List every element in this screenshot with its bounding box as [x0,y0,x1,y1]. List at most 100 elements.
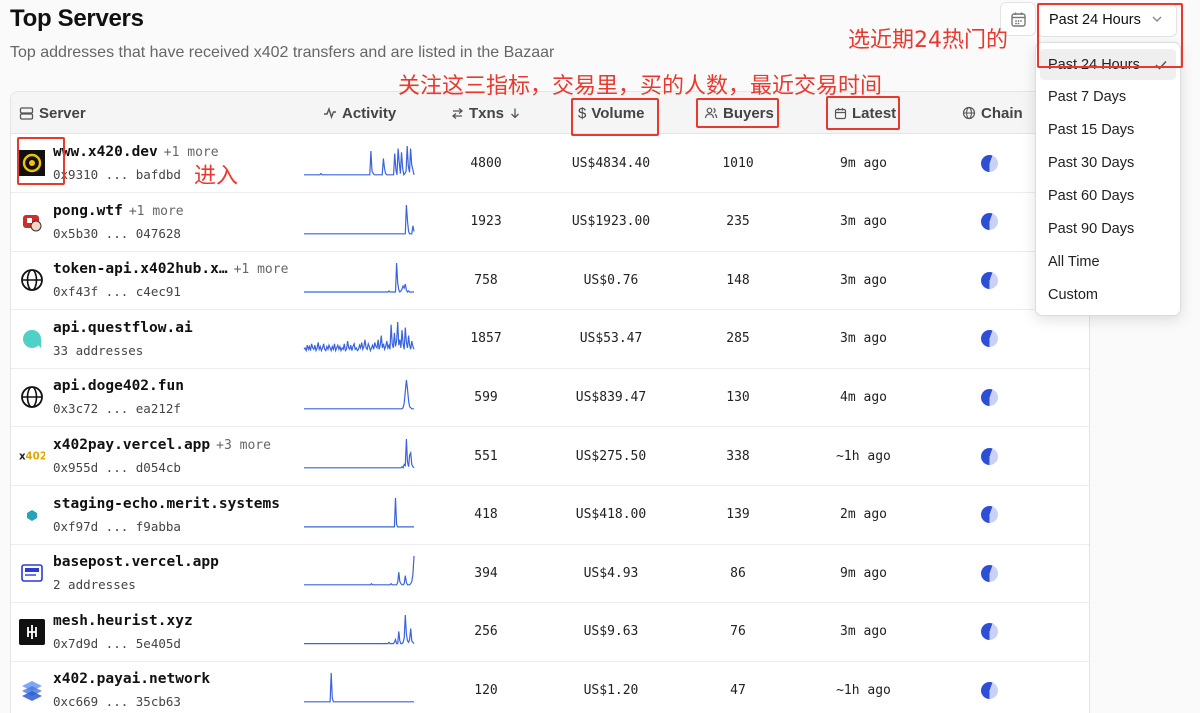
table-row[interactable]: api.questflow.ai 33 addresses 1857 US$53.47… [11,310,1089,369]
buyers-value: 338 [726,448,750,464]
more-link[interactable]: +1 more [234,262,289,277]
sparkline-path [304,556,415,586]
base-chain-icon [980,506,998,524]
activity-sparkline [304,614,415,644]
server-name[interactable]: staging-echo.merit.systems [53,496,280,512]
server-address: 0x9310 ... bafdbd [53,167,181,182]
table-row[interactable]: x402.payai.network 0xc669 ... 35cb63 120 US… [11,661,1089,713]
volume-value: US$4834.40 [571,155,651,171]
latest-value: 9m ago [840,155,887,171]
more-link[interactable]: +3 more [216,438,271,453]
annotation-metrics-note: 关注这三指标，交易里，买的人数，最近交易时间 [398,74,883,99]
base-chain-icon [980,154,998,172]
base-chain-icon [980,388,998,406]
facilitator-badge: Coinbase [1069,310,1089,368]
sparkline-path [304,614,415,644]
table-row[interactable]: basepost.vercel.app 2 addresses 394 US$4.93… [11,544,1089,604]
range-option-60d[interactable]: Past 60 Days [1040,180,1176,211]
server-logo-icon[interactable] [19,502,45,528]
txns-value: 599 [474,389,498,405]
annotation-box-volume [571,98,659,136]
table-row[interactable]: x 402 x402pay.vercel.app +3 more 0x955d ... … [11,427,1089,486]
txns-value: 418 [474,507,498,523]
server-logo-icon[interactable] [19,618,45,645]
range-option-30d[interactable]: Past 30 Days [1040,147,1176,178]
server-address: 0xc669 ... 35cb63 [53,694,181,710]
chain-cell [971,603,1007,661]
chain-cell [971,544,1007,602]
table-row[interactable]: pong.wtf +1 more 0x5b30 ... 047628 1923 US$1… [11,193,1089,252]
chain-cell [971,193,1007,251]
table-row[interactable]: token-api.x402hub.x… +1 more 0xf43f ... c4… [11,251,1089,311]
base-chain-icon [980,447,998,465]
server-name[interactable]: pong.wtf +1 more [53,203,184,219]
facilitator-badge: Coinbase [1069,486,1089,544]
chain-cell [971,661,1007,713]
range-option-15d[interactable]: Past 15 Days [1040,114,1176,145]
annotation-box-latest [826,96,900,130]
range-option-custom[interactable]: Custom [1040,279,1176,310]
volume-value: US$1.20 [583,682,639,698]
latest-value: 3m ago [840,624,887,640]
annotation-box-logo [17,137,65,185]
txns-value: 394 [474,565,498,581]
page-title: Top Servers [10,5,144,32]
server-icon [19,106,34,120]
sparkline-path [304,380,414,410]
range-option-7d[interactable]: Past 7 Days [1040,81,1176,112]
server-address: 33 addresses [53,342,144,358]
table-row[interactable]: www.x420.dev +1 more 0x9310 ... bafdbd 4800… [11,134,1089,193]
server-name[interactable]: api.questflow.ai [53,320,193,336]
server-address: 0x5b30 ... 047628 [53,225,181,241]
table-row[interactable]: staging-echo.merit.systems 0xf97d ... f9a… [11,486,1089,545]
page-subtitle: Top addresses that have received x402 tr… [10,44,555,61]
col-server: Server [19,92,86,134]
server-logo-icon[interactable] [19,326,45,352]
server-logo-icon[interactable] [19,677,45,703]
base-chain-icon [980,213,998,231]
buyers-value: 139 [726,507,750,523]
table-row[interactable]: api.doge402.fun 0x3c72 ... ea212f 599 US$83… [11,368,1089,428]
server-logo-icon[interactable] [19,209,45,235]
chain-cell [971,427,1007,485]
server-address: 0xf97d ... f9abba [53,518,181,534]
txns-value: 4800 [470,155,502,171]
sparkline-path [304,145,415,177]
server-name[interactable]: api.doge402.fun [53,378,184,394]
chain-cell [971,310,1007,368]
server-logo-icon[interactable] [19,560,45,586]
server-name[interactable]: token-api.x402hub.x… +1 more [53,261,288,277]
range-option-all-time[interactable]: All Time [1040,246,1176,277]
col-activity: Activity [323,92,396,134]
buyers-value: 235 [726,214,750,230]
activity-sparkline [304,145,415,177]
server-name[interactable]: x402.payai.network [53,671,210,687]
more-link[interactable]: +1 more [129,204,184,219]
volume-value: US$418.00 [575,507,647,523]
server-name[interactable]: x402pay.vercel.app +3 more [53,437,271,453]
annotation-range-note: 选近期24热门的 [848,28,1008,53]
latest-value: 3m ago [840,272,887,288]
activity-sparkline [304,556,415,586]
sparkline-path [304,673,414,703]
range-option-90d[interactable]: Past 90 Days [1040,213,1176,244]
volume-value: US$0.76 [583,272,639,288]
base-chain-icon [980,330,998,348]
table-row[interactable]: mesh.heurist.xyz 0x7d9d ... 5e405d 256 US$9… [11,603,1089,662]
volume-value: US$275.50 [575,448,647,464]
txns-value: 1857 [470,331,502,347]
chain-cell [971,251,1007,309]
server-address: 0xf43f ... c4ec91 [53,284,181,300]
svg-text:402: 402 [26,452,46,463]
server-name[interactable]: mesh.heurist.xyz [53,613,193,629]
server-logo-icon[interactable]: x 402 [19,443,45,469]
volume-value: US$53.47 [579,331,643,347]
server-logo-icon[interactable] [19,384,45,410]
volume-value: US$1923.00 [571,214,651,230]
base-chain-icon [980,564,998,582]
buyers-value: 130 [726,389,750,405]
server-name[interactable]: basepost.vercel.app [53,554,219,570]
annotation-box-buyers [696,98,779,128]
activity-sparkline [304,438,415,469]
server-logo-icon[interactable] [19,267,45,293]
